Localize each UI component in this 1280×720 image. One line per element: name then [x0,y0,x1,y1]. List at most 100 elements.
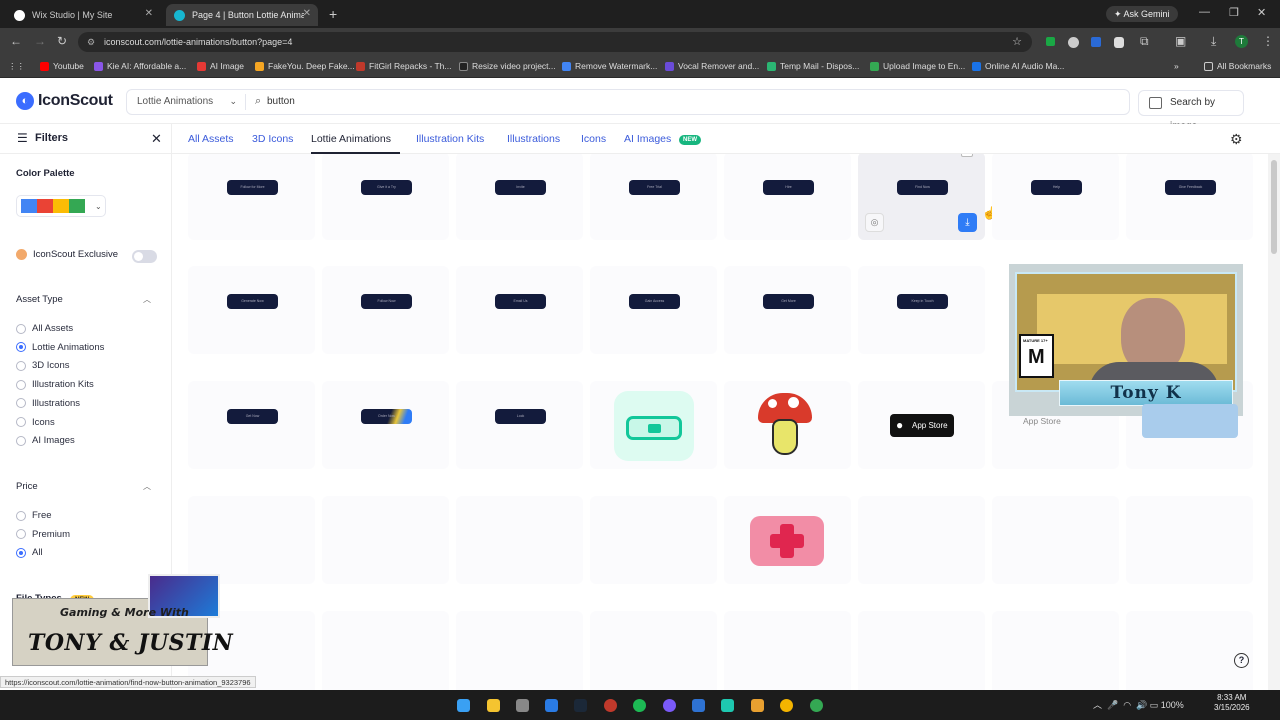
asset-card[interactable] [992,611,1119,690]
shield-icon[interactable] [1114,37,1124,48]
site-info-icon[interactable]: ⚙ [87,32,95,52]
bookmark-temp-mail[interactable]: Temp Mail - Dispos... [767,61,859,71]
close-tab-icon[interactable]: ✕ [303,8,311,19]
store-icon[interactable] [545,699,558,712]
asset-card[interactable]: Follow Now [322,266,449,354]
tab-3d-icons[interactable]: 3D Icons [252,133,293,145]
app-icon[interactable] [692,699,705,712]
price-radio-free[interactable]: Free [16,510,52,521]
asset-card[interactable]: Find Now ◎ ⤓ ☝ [858,154,997,240]
asset-type-radio-illustration-kits[interactable]: Illustration Kits [16,379,94,390]
minimize-icon[interactable]: — [1199,6,1210,18]
tab-illustrations[interactable]: Illustrations [507,133,560,145]
file-explorer-icon[interactable] [487,699,500,712]
app-icon[interactable] [751,699,764,712]
asset-card[interactable] [858,611,985,690]
bookmark-kie-ai[interactable]: Kie AI: Affordable a... [94,61,186,71]
card-menu-icon[interactable] [961,154,973,157]
bookmark-fakeyou[interactable]: FakeYou. Deep Fake... [255,61,355,71]
system-tray[interactable]: ︿ 🎤 ◠ 🔊 ▭ 100% [1093,698,1184,711]
extension-icon[interactable] [1068,37,1079,48]
close-filters-icon[interactable]: ✕ [151,131,162,147]
asset-card[interactable]: Email Us [456,266,583,354]
menu-icon[interactable]: ⋮ [1262,34,1274,48]
address-bar[interactable]: ⚙ iconscout.com/lottie-animations/button… [78,32,1032,52]
asset-card[interactable] [456,611,583,690]
exclusive-toggle[interactable] [132,250,157,263]
asset-type-radio-ai-images[interactable]: AI Images [16,435,75,446]
tab-ai-images[interactable]: AI Images [624,133,671,145]
more-bookmarks-icon[interactable]: » [1174,61,1179,71]
close-tab-icon[interactable]: ✕ [145,8,153,19]
color-palette-picker[interactable]: ⌄ [16,195,106,217]
tab-all-assets[interactable]: All Assets [188,133,234,145]
chevron-up-icon[interactable]: ︿ [143,294,151,305]
tab-lottie-animations[interactable]: Lottie Animations [311,133,391,145]
asset-type-radio-lottie-animations[interactable]: Lottie Animations [16,342,104,353]
start-icon[interactable] [457,699,470,712]
bookmark-fitgirl[interactable]: FitGirl Repacks - Th... [356,61,452,71]
bookmark-star-icon[interactable]: ☆ [1012,32,1022,52]
bookmark-vocal-remover[interactable]: Vocal Remover and... [665,61,759,71]
search-input[interactable]: button [267,96,295,107]
scrollbar-thumb[interactable] [1271,160,1277,254]
asset-card[interactable] [858,496,985,584]
extension-icon[interactable] [1046,37,1055,46]
help-icon[interactable]: ? [1234,653,1249,668]
settings-gear-icon[interactable]: ⚙ [1230,131,1243,148]
app-icon[interactable] [721,699,734,712]
blue-lottie-preview[interactable] [1142,404,1238,438]
bookmark-online-ai-audio[interactable]: Online AI Audio Ma... [972,61,1064,71]
download-icon[interactable]: ⤓ [958,213,977,232]
reload-icon[interactable]: ↻ [57,34,67,48]
extensions-puzzle-icon[interactable]: ⧉ [1140,34,1149,49]
tab-icons[interactable]: Icons [581,133,606,145]
asset-card[interactable] [590,381,717,469]
asset-card[interactable]: Lock [456,381,583,469]
clock[interactable]: 8:33 AM 3/15/2026 [1214,693,1250,713]
discord-icon[interactable] [663,699,676,712]
asset-card[interactable]: Follow for More [188,154,315,240]
asset-card[interactable]: ● App Store [858,381,985,469]
asset-card[interactable]: Keep in Touch [858,266,985,354]
steam-icon[interactable] [574,699,587,712]
asset-card[interactable]: Order Now [322,381,449,469]
asset-card[interactable]: Gain Access [590,266,717,354]
asset-card[interactable]: Give it a Try [322,154,449,240]
maximize-icon[interactable]: ❐ [1229,6,1239,19]
chrome-icon[interactable] [780,699,793,712]
asset-card[interactable] [724,496,851,584]
asset-card[interactable]: Help [992,154,1119,240]
asset-card[interactable]: Generate Now [188,266,315,354]
all-bookmarks-folder[interactable]: All Bookmarks [1204,61,1271,71]
page-scrollbar[interactable] [1268,154,1280,690]
calculator-icon[interactable] [516,699,529,712]
asset-card[interactable] [322,611,449,690]
asset-type-radio-3d-icons[interactable]: 3D Icons [16,360,70,371]
asset-card[interactable] [992,496,1119,584]
asset-type-radio-icons[interactable]: Icons [16,417,55,428]
asset-card[interactable] [590,611,717,690]
extension-icon[interactable] [1091,37,1101,47]
bookmark-upload-image[interactable]: Upload Image to En... [870,61,965,71]
back-icon[interactable]: ← [10,34,22,48]
asset-type-radio-illustrations[interactable]: Illustrations [16,398,80,409]
iconscout-logo[interactable]: ◐ IconScout [16,92,113,110]
download-icon[interactable]: ⤓ [1211,34,1216,49]
asset-card[interactable] [322,496,449,584]
bookmark-ai-image[interactable]: AI Image [197,61,244,71]
tab-illustration-kits[interactable]: Illustration Kits [416,133,484,145]
apps-icon[interactable]: ⋮⋮ [8,61,25,72]
save-to-collection-icon[interactable]: ◎ [865,213,884,232]
asset-card[interactable]: Get More [724,266,851,354]
asset-card[interactable] [1126,611,1253,690]
tab-wix-studio[interactable]: Wix Studio | My Site ✕ [6,4,160,26]
price-radio-premium[interactable]: Premium [16,529,70,540]
search-by-image-button[interactable]: Search by image [1138,90,1244,132]
close-window-icon[interactable]: ✕ [1257,6,1266,19]
media-icon[interactable]: ▣ [1175,34,1186,48]
bookmark-youtube[interactable]: Youtube [40,61,84,71]
asset-card[interactable] [188,496,315,584]
asset-card[interactable]: Hire [724,154,851,240]
asset-type-select[interactable]: Lottie Animations ⌄ [137,96,237,107]
